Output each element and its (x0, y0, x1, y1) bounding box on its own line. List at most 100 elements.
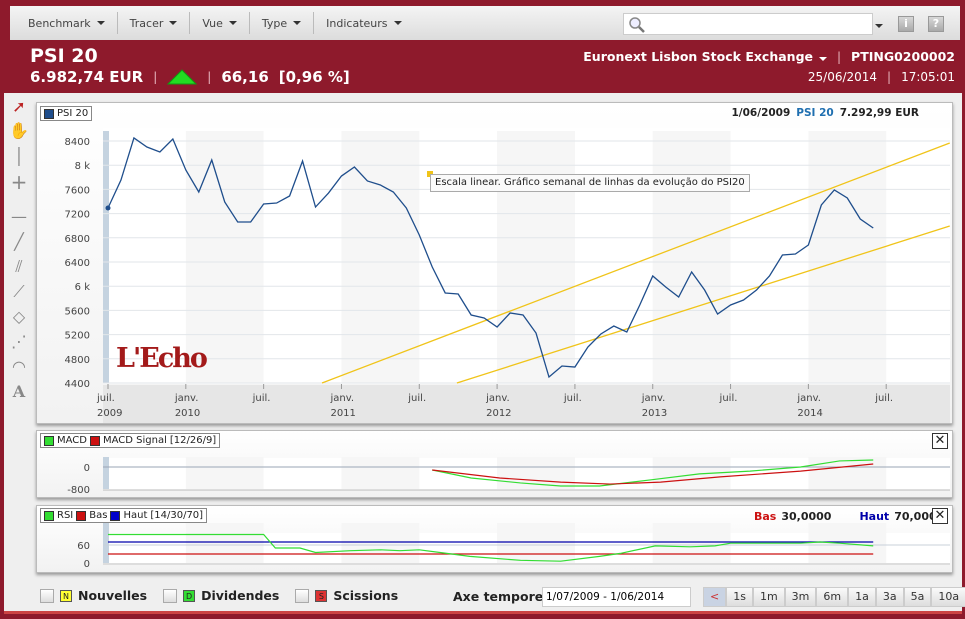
y-axis-bar (103, 131, 109, 383)
splits-checkbox[interactable] (295, 588, 310, 603)
x-tick-label: janv. (174, 393, 199, 404)
bas-value: 30,0000 (781, 510, 832, 523)
legend-label: PSI 20 (57, 108, 89, 119)
y-tick-label: 60 (77, 541, 90, 552)
info-series: PSI 20 (796, 107, 834, 119)
range-back-button[interactable]: < (703, 587, 727, 607)
legend-label: Bas (89, 510, 108, 521)
y-axis-bar (103, 457, 109, 489)
y-tick-label: 4400 (65, 379, 90, 390)
haut-label: Haut (859, 510, 890, 523)
info-value: 7.292,99 EUR (839, 107, 919, 119)
range-3a-button[interactable]: 3a (875, 587, 904, 607)
y-tick-label: 7200 (65, 210, 90, 221)
time-range-input[interactable] (542, 587, 691, 607)
news-checkbox[interactable] (40, 588, 54, 603)
macd-params: [12/26/9] (169, 435, 217, 446)
x-tick-label: juil. (252, 393, 271, 404)
time-band (808, 131, 887, 383)
x-tick-label: janv. (796, 393, 821, 404)
x-tick-year: 2013 (642, 408, 667, 419)
time-band (808, 523, 887, 563)
signal-swatch (89, 435, 100, 446)
y-tick-label: 8 k (75, 161, 91, 172)
x-tick-year: 2014 (797, 408, 822, 419)
time-band (341, 523, 420, 563)
time-band (652, 523, 731, 563)
range-5a-button[interactable]: 5a (903, 587, 932, 607)
range-3m-button[interactable]: 3m (784, 587, 817, 607)
dividends-label: Dividendes (201, 588, 280, 603)
y-tick-label: 5600 (65, 306, 90, 317)
x-tick-year: 2009 (97, 408, 122, 419)
rsi-levels: Bas 30,0000 Haut 70,0000 (754, 510, 944, 523)
dividends-tag-icon: D (183, 589, 196, 602)
time-band (652, 131, 731, 383)
bas-label: Bas (754, 510, 777, 523)
rsi-params: [14/30/70] (150, 510, 204, 521)
range-6m-button[interactable]: 6m (816, 587, 849, 607)
legend-label: RSI (57, 510, 74, 521)
time-band (497, 523, 575, 563)
y-tick-label: 5200 (65, 331, 90, 342)
range-1a-button[interactable]: 1a (848, 587, 876, 607)
time-axis-label: Axe temporel: (453, 589, 553, 604)
charts-canvas[interactable]: 8400 8 k 7600 7200 6800 6400 6 k 5600 5200 4800 44… (0, 0, 965, 619)
time-band (341, 457, 420, 489)
event-filters: N Nouvelles D Dividendes S Scissions (40, 588, 398, 603)
crosshair-info: 1/06/2009 PSI 20 7.292,99 EUR (731, 107, 919, 119)
splits-tag-icon: S (315, 589, 328, 602)
x-tick-year: 2011 (330, 408, 355, 419)
legend-label: Haut (123, 510, 148, 521)
time-band (341, 131, 420, 383)
range-buttons: < 1s 1m 3m 6m 1a 3a 5a 10a (703, 587, 965, 607)
legend-label: MACD (57, 435, 87, 446)
x-tick-year: 2010 (175, 408, 200, 419)
range-1s-button[interactable]: 1s (726, 587, 753, 607)
x-tick-label: juil. (719, 393, 738, 404)
time-band (185, 523, 264, 563)
x-tick-label: juil. (563, 393, 582, 404)
y-tick-label: 6800 (65, 234, 90, 245)
data-point (105, 205, 111, 211)
x-tick-label: juil. (96, 393, 115, 404)
x-tick-label: janv. (329, 393, 354, 404)
x-tick-label: janv. (485, 393, 510, 404)
x-tick-year: 2012 (486, 408, 511, 419)
y-tick-label: 0 (84, 463, 90, 474)
y-tick-label: 6 k (75, 282, 91, 293)
chart-annotation[interactable]: Escala linear. Gráfico semanal de linhas… (430, 174, 750, 192)
news-label: Nouvelles (78, 588, 148, 603)
x-tick-label: juil. (407, 393, 426, 404)
lecho-logo: L'Echo (116, 343, 208, 374)
range-10a-button[interactable]: 10a (931, 587, 965, 607)
time-band (497, 131, 575, 383)
haut-swatch (110, 510, 121, 521)
macd-swatch (44, 435, 54, 446)
y-tick-label: -800 (67, 485, 90, 496)
dividends-checkbox[interactable] (163, 588, 178, 603)
x-tick-label: janv. (641, 393, 666, 404)
range-1m-button[interactable]: 1m (752, 587, 785, 607)
close-macd-button[interactable]: ✕ (932, 433, 948, 449)
y-tick-label: 6400 (65, 258, 90, 269)
legend-label: MACD Signal (102, 435, 167, 446)
y-tick-label: 0 (84, 559, 90, 570)
rsi-legend[interactable]: RSI Bas Haut [14/30/70] (40, 508, 208, 523)
x-tick-label: juil. (874, 393, 893, 404)
y-axis-bar (103, 523, 109, 563)
series-swatch (44, 108, 54, 119)
x-axis-band (103, 385, 950, 423)
time-band (185, 457, 264, 489)
y-tick-label: 7600 (65, 185, 90, 196)
price-legend[interactable]: PSI 20 (40, 106, 93, 121)
bas-swatch (76, 510, 87, 521)
macd-legend[interactable]: MACD MACD Signal [12/26/9] (40, 433, 221, 448)
y-tick-label: 4800 (65, 355, 90, 366)
info-date: 1/06/2009 (731, 107, 791, 119)
time-band (808, 457, 887, 489)
news-tag-icon: N (60, 589, 72, 602)
rsi-swatch (44, 510, 54, 521)
close-rsi-button[interactable]: ✕ (932, 508, 948, 524)
splits-label: Scissions (333, 588, 399, 603)
